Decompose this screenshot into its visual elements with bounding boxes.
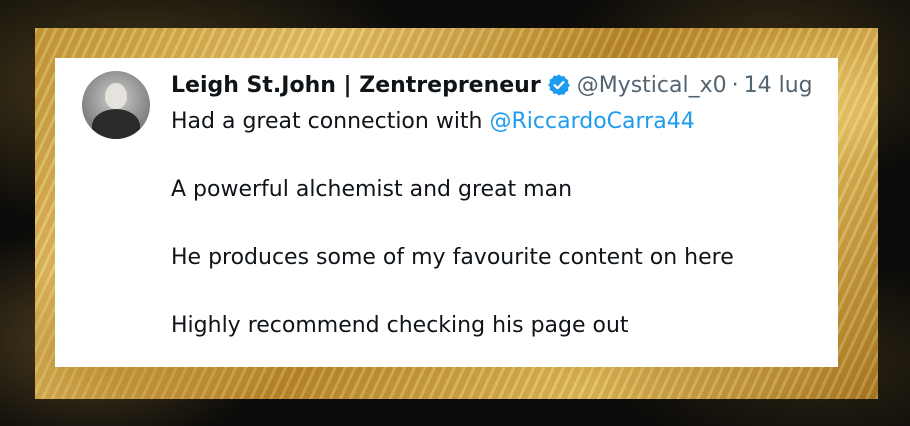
tweet-paragraph: Highly recommend checking his page out [171,313,629,338]
tweet-intro-line: Had a great connection with @RiccardoCar… [171,108,811,136]
tweet-card: Leigh St.John | Zentrepreneur @Mystical_… [55,58,838,367]
tweet-intro-text: Had a great connection with [171,109,483,134]
tweet-header: Leigh St.John | Zentrepreneur @Mystical_… [171,70,813,100]
tweet-paragraph: A powerful alchemist and great man [171,177,573,202]
header-separator: · [731,72,739,98]
avatar-head [105,83,127,109]
mention-link[interactable]: @RiccardoCarra44 [490,109,695,134]
verified-badge-icon [547,73,571,97]
avatar-body [92,109,140,139]
tweet-paragraph: He produces some of my favourite content… [171,245,734,270]
author-handle[interactable]: @Mystical_x0 [577,73,727,98]
tweet-date[interactable]: 14 lug [744,73,813,98]
tweet-body: Had a great connection with @RiccardoCar… [171,108,811,340]
author-display-name[interactable]: Leigh St.John | Zentrepreneur [171,73,541,98]
avatar[interactable] [82,71,150,139]
